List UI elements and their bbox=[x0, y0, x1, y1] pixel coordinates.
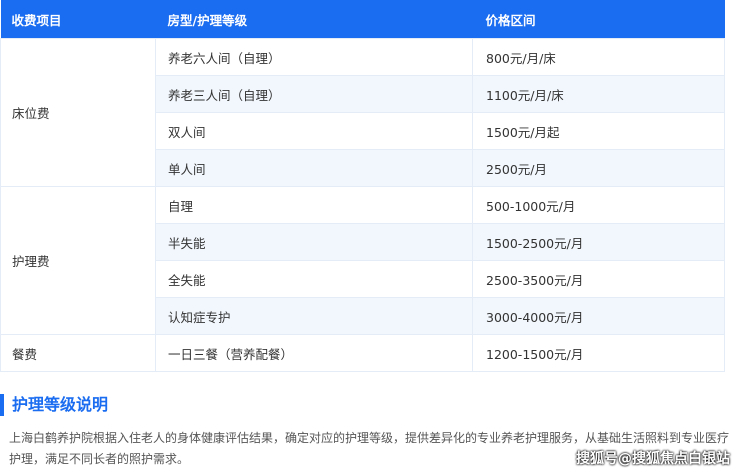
category-meal-fee: 餐费 bbox=[0, 334, 156, 372]
care-level-cell: 自理 bbox=[155, 186, 473, 224]
care-level-cell: 认知症专护 bbox=[155, 297, 473, 335]
price-cell: 800元/月/床 bbox=[472, 38, 725, 76]
table-row: 床位费 养老六人间（自理） 800元/月/床 bbox=[0, 38, 725, 187]
room-type-cell: 双人间 bbox=[155, 112, 473, 150]
table-row: 餐费 一日三餐（营养配餐） 1200-1500元/月 bbox=[0, 334, 725, 372]
price-cell: 1100元/月/床 bbox=[472, 75, 725, 113]
fee-table: 收费项目 房型/护理等级 价格区间 床位费 养老六人间（自理） 800元/月/床… bbox=[0, 0, 725, 372]
header-room-type: 房型/护理等级 bbox=[155, 0, 473, 39]
price-cell: 2500-3500元/月 bbox=[472, 260, 725, 298]
care-level-cell: 全失能 bbox=[155, 260, 473, 298]
price-cell: 3000-4000元/月 bbox=[472, 297, 725, 335]
watermark: 搜狐号@搜狐焦点白银站 bbox=[576, 451, 730, 467]
care-level-cell: 半失能 bbox=[155, 223, 473, 261]
room-type-cell: 养老三人间（自理） bbox=[155, 75, 473, 113]
header-price-range: 价格区间 bbox=[472, 0, 725, 39]
section-title: 护理等级说明 bbox=[0, 394, 108, 416]
meal-plan-cell: 一日三餐（营养配餐） bbox=[155, 334, 473, 372]
table-row: 护理费 自理 500-1000元/月 bbox=[0, 186, 725, 335]
room-type-cell: 单人间 bbox=[155, 149, 473, 187]
header-fee-item: 收费项目 bbox=[0, 0, 156, 39]
price-cell: 1500元/月起 bbox=[472, 112, 725, 150]
price-cell: 1200-1500元/月 bbox=[472, 334, 725, 372]
price-cell: 2500元/月 bbox=[472, 149, 725, 187]
price-cell: 500-1000元/月 bbox=[472, 186, 725, 224]
category-bed-fee: 床位费 bbox=[0, 38, 156, 187]
category-care-fee: 护理费 bbox=[0, 186, 156, 335]
table-header-row: 收费项目 房型/护理等级 价格区间 bbox=[0, 0, 725, 39]
room-type-cell: 养老六人间（自理） bbox=[155, 38, 473, 76]
price-cell: 1500-2500元/月 bbox=[472, 223, 725, 261]
